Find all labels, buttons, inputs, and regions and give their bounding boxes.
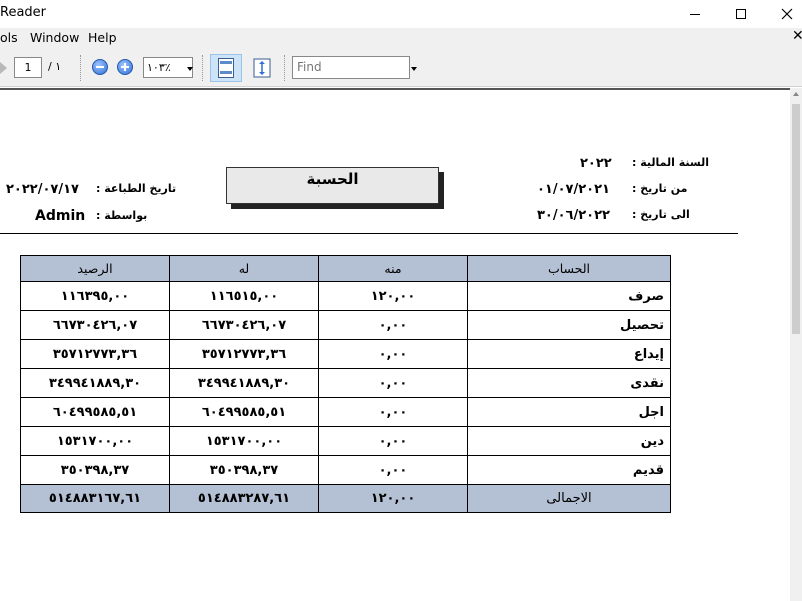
minimize-icon <box>690 13 700 15</box>
cell-credit: ٦٦٧٣٠٤٢٦,٠٧ <box>169 310 319 340</box>
cell-balance: ٣٥٧١٢٧٧٣,٣٦ <box>20 339 170 369</box>
find-input[interactable]: Find <box>292 56 410 79</box>
icon-stripe <box>220 61 232 64</box>
zoom-in-icon-vertical <box>124 63 126 71</box>
zoom-in-button[interactable] <box>117 59 133 75</box>
fit-width-button[interactable] <box>210 54 242 82</box>
table-row: تحصيل ٠,٠٠ ٦٦٧٣٠٤٢٦,٠٧ ٦٦٧٣٠٤٢٦,٠٧ <box>20 310 671 340</box>
total-label: الاجمالى <box>467 484 671 513</box>
cell-debit: ٠,٠٠ <box>318 368 468 398</box>
maximize-icon <box>736 9 746 19</box>
minimize-button[interactable] <box>672 0 718 28</box>
cell-account: صرف <box>467 281 671 311</box>
menu-window[interactable]: Window <box>30 30 79 45</box>
header-debit: منه <box>318 255 468 282</box>
maximize-button[interactable] <box>718 0 764 28</box>
table-header-row: الحساب منه له الرصيد <box>20 255 671 282</box>
cell-account: تحصيل <box>467 310 671 340</box>
zoom-select[interactable]: ١٠٣٪ <box>143 57 193 78</box>
cell-account: نقدى <box>467 368 671 398</box>
toolbar: 1 / ١ ١٠٣٪ Find <box>0 49 802 87</box>
next-page-icon[interactable] <box>0 62 7 74</box>
toolbar-separator <box>284 55 285 81</box>
vertical-scrollbar[interactable] <box>790 88 802 601</box>
zoom-out-icon <box>96 66 104 68</box>
to-date-value: ٣٠/٠٦/٢٠٢٢ <box>537 208 610 223</box>
table-row: دين ٠,٠٠ ١٥٣١٧٠٠,٠٠ ١٥٣١٧٠٠,٠٠ <box>20 426 671 456</box>
table-row: قديم ٠,٠٠ ٣٥٠٣٩٨,٣٧ ٣٥٠٣٩٨,٣٧ <box>20 455 671 485</box>
fit-page-icon <box>253 58 271 78</box>
printed-by-value: Admin <box>35 208 86 224</box>
cell-debit: ٠,٠٠ <box>318 397 468 427</box>
report-table: الحساب منه له الرصيد صرف ١٢٠,٠٠ ١١٦٥١٥,٠… <box>20 255 671 513</box>
total-balance: ٥١٤٨٨٣١٦٧,٦١ <box>20 484 170 513</box>
cell-debit: ٠,٠٠ <box>318 455 468 485</box>
cell-credit: ٦٠٤٩٩٥٨٥,٥١ <box>169 397 319 427</box>
total-debit: ١٢٠,٠٠ <box>318 484 468 513</box>
scroll-up-icon[interactable] <box>793 92 799 96</box>
cell-credit: ٣٥٠٣٩٨,٣٧ <box>169 455 319 485</box>
find-dropdown-icon[interactable] <box>411 67 417 71</box>
cell-credit: ٣٥٧١٢٧٧٣,٣٦ <box>169 339 319 369</box>
toolbar-separator <box>80 55 81 81</box>
cell-account: إيداع <box>467 339 671 369</box>
cell-credit: ١٥٣١٧٠٠,٠٠ <box>169 426 319 456</box>
cell-balance: ٣٤٩٩٤١٨٨٩,٣٠ <box>20 368 170 398</box>
header-credit: له <box>169 255 319 282</box>
document-close-icon[interactable]: ✕ <box>792 28 802 44</box>
cell-debit: ٠,٠٠ <box>318 310 468 340</box>
printed-by-label: بواسطة : <box>96 209 148 222</box>
title-bar: Reader <box>0 0 802 28</box>
header-balance: الرصيد <box>20 255 170 282</box>
icon-stripe <box>220 71 232 74</box>
fit-page-button[interactable] <box>246 54 278 82</box>
page-total: / ١ <box>48 60 62 73</box>
cell-account: قديم <box>467 455 671 485</box>
zoom-value: ١٠٣٪ <box>147 61 171 74</box>
fit-width-icon <box>218 58 234 78</box>
menu-tools[interactable]: ols <box>0 30 18 45</box>
print-date-label: تاريخ الطباعة : <box>96 182 177 195</box>
table-row: نقدى ٠,٠٠ ٣٤٩٩٤١٨٨٩,٣٠ ٣٤٩٩٤١٨٨٩,٣٠ <box>20 368 671 398</box>
fiscal-year-label: السنة المالية : <box>632 156 710 169</box>
cell-balance: ٦٦٧٣٠٤٢٦,٠٧ <box>20 310 170 340</box>
scrollbar-thumb[interactable] <box>792 104 800 334</box>
to-date-label: الى تاريخ : <box>632 208 690 221</box>
cell-debit: ٠,٠٠ <box>318 339 468 369</box>
fiscal-year-value: ٢٠٢٢ <box>580 156 612 171</box>
cell-balance: ٣٥٠٣٩٨,٣٧ <box>20 455 170 485</box>
toolbar-separator <box>202 55 203 81</box>
close-button[interactable] <box>764 0 802 28</box>
print-date-value: ٢٠٢٢/٠٧/١٧ <box>6 182 79 197</box>
header-divider <box>0 233 738 234</box>
close-icon <box>781 8 793 20</box>
cell-debit: ٠,٠٠ <box>318 426 468 456</box>
table-total-row: الاجمالى ١٢٠,٠٠ ٥١٤٨٨٣٢٨٧,٦١ ٥١٤٨٨٣١٦٧,٦… <box>20 484 671 513</box>
report-title: الحسبة <box>226 167 439 204</box>
table-row: اجل ٠,٠٠ ٦٠٤٩٩٥٨٥,٥١ ٦٠٤٩٩٥٨٥,٥١ <box>20 397 671 427</box>
cell-account: اجل <box>467 397 671 427</box>
table-row: صرف ١٢٠,٠٠ ١١٦٥١٥,٠٠ ١١٦٣٩٥,٠٠ <box>20 281 671 311</box>
menu-bar: ols Window Help ✕ <box>0 28 802 49</box>
menu-help[interactable]: Help <box>88 30 117 45</box>
from-date-label: من تاريخ : <box>632 182 688 195</box>
cell-debit: ١٢٠,٠٠ <box>318 281 468 311</box>
cell-balance: ١١٦٣٩٥,٠٠ <box>20 281 170 311</box>
window-title: Reader <box>0 5 47 20</box>
cell-balance: ١٥٣١٧٠٠,٠٠ <box>20 426 170 456</box>
from-date-value: ٠١/٠٧/٢٠٢١ <box>537 182 610 197</box>
page-number-input[interactable]: 1 <box>14 57 42 78</box>
cell-balance: ٦٠٤٩٩٥٨٥,٥١ <box>20 397 170 427</box>
table-row: إيداع ٠,٠٠ ٣٥٧١٢٧٧٣,٣٦ ٣٥٧١٢٧٧٣,٣٦ <box>20 339 671 369</box>
document-viewer: السنة المالية : ٢٠٢٢ من تاريخ : ٠١/٠٧/٢٠… <box>0 88 790 601</box>
total-credit: ٥١٤٨٨٣٢٨٧,٦١ <box>169 484 319 513</box>
zoom-out-button[interactable] <box>92 59 108 75</box>
cell-account: دين <box>467 426 671 456</box>
header-account: الحساب <box>467 255 671 282</box>
cell-credit: ١١٦٥١٥,٠٠ <box>169 281 319 311</box>
cell-credit: ٣٤٩٩٤١٨٨٩,٣٠ <box>169 368 319 398</box>
zoom-dropdown-icon[interactable] <box>187 67 193 71</box>
